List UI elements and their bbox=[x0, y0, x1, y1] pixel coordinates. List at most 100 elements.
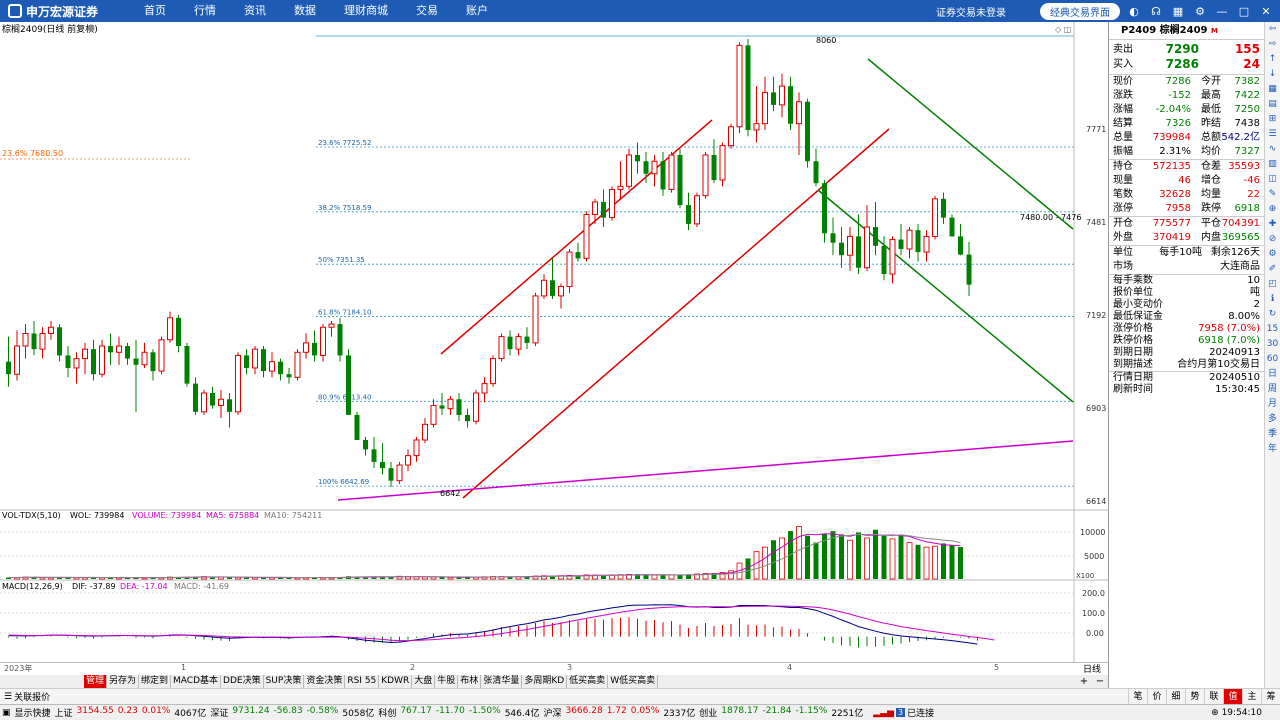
candlestick[interactable] bbox=[141, 342, 148, 368]
candlestick[interactable] bbox=[515, 333, 522, 356]
indicator-tab[interactable]: 另存为 bbox=[107, 675, 140, 688]
candlestick[interactable] bbox=[736, 42, 743, 134]
chart-title[interactable]: 棕榈2409(日线 前复权) bbox=[2, 23, 98, 35]
candlestick[interactable] bbox=[668, 151, 675, 193]
sell-row[interactable]: 卖出 7290 155 bbox=[1109, 42, 1264, 57]
candlestick[interactable] bbox=[201, 389, 207, 415]
bottom-panel-tab[interactable]: 值 bbox=[1223, 689, 1242, 705]
candlestick[interactable] bbox=[312, 330, 317, 362]
candlestick[interactable] bbox=[439, 393, 445, 415]
candlestick[interactable] bbox=[371, 436, 377, 469]
candlestick[interactable] bbox=[762, 76, 768, 130]
candlestick[interactable] bbox=[252, 346, 258, 375]
index-item[interactable]: 沪深 3666.28 1.72 0.05% 2337亿 bbox=[543, 706, 695, 719]
candlestick[interactable] bbox=[906, 227, 913, 259]
candlestick[interactable] bbox=[601, 189, 606, 228]
candlestick[interactable] bbox=[422, 418, 428, 444]
candlestick[interactable] bbox=[822, 180, 827, 243]
kline-chart[interactable]: 23.6% 7725.52 38.2% 7518.59 50% 7351.35 61.… bbox=[0, 22, 1108, 662]
candlestick[interactable] bbox=[184, 342, 190, 387]
candlestick[interactable] bbox=[363, 436, 368, 456]
candlestick[interactable] bbox=[711, 139, 717, 184]
candlestick[interactable] bbox=[22, 324, 29, 359]
candlestick[interactable] bbox=[388, 461, 394, 487]
candlestick[interactable] bbox=[210, 386, 215, 409]
toolbar-tool-icon[interactable]: 15 bbox=[1266, 322, 1280, 337]
candlestick[interactable] bbox=[481, 377, 488, 403]
indicator-tab[interactable]: DDE决策 bbox=[221, 675, 264, 688]
candlestick[interactable] bbox=[745, 39, 751, 137]
toolbar-tool-icon[interactable]: 年 bbox=[1266, 442, 1280, 457]
indicator-tab[interactable]: 资金决策 bbox=[304, 675, 346, 688]
candlestick[interactable] bbox=[677, 148, 683, 209]
indicator-tab[interactable]: 牛股 bbox=[435, 675, 459, 688]
candlestick[interactable] bbox=[524, 327, 530, 350]
candlestick[interactable] bbox=[702, 151, 709, 199]
candlestick[interactable] bbox=[779, 73, 785, 118]
toolbar-tool-icon[interactable]: ✎ bbox=[1266, 187, 1280, 202]
candlestick[interactable] bbox=[753, 86, 760, 143]
toolbar-tool-icon[interactable]: ⊕ bbox=[1266, 202, 1280, 217]
down-channel-upper-line[interactable] bbox=[867, 58, 1074, 230]
candlestick[interactable] bbox=[498, 333, 505, 362]
show-quick-icon[interactable]: ▣ bbox=[2, 708, 11, 718]
candlestick[interactable] bbox=[635, 142, 640, 174]
candlestick[interactable] bbox=[898, 223, 904, 256]
headset-icon[interactable]: ☊ bbox=[1148, 3, 1164, 19]
toolbar-tool-icon[interactable]: ↑ bbox=[1266, 52, 1280, 67]
bottom-panel-tab[interactable]: 筹 bbox=[1261, 689, 1280, 705]
chart-area[interactable]: 23.6% 7725.52 38.2% 7518.59 50% 7351.35 61.… bbox=[0, 22, 1108, 662]
bottom-panel-tab[interactable]: 联 bbox=[1204, 689, 1223, 705]
candlestick[interactable] bbox=[915, 223, 921, 262]
candlestick[interactable] bbox=[609, 186, 615, 221]
candlestick[interactable] bbox=[456, 393, 462, 422]
candlestick[interactable] bbox=[830, 217, 836, 256]
toolbar-tool-icon[interactable]: ▦ bbox=[1266, 82, 1280, 97]
candlestick[interactable] bbox=[839, 227, 844, 268]
nav-market[interactable]: 行情 bbox=[180, 0, 230, 22]
bottom-panel-tab[interactable]: 笔 bbox=[1128, 689, 1147, 705]
candlestick[interactable] bbox=[99, 339, 105, 378]
candlestick[interactable] bbox=[14, 330, 20, 381]
candlestick[interactable] bbox=[57, 324, 62, 362]
indicator-tab[interactable]: SUP决策 bbox=[264, 675, 305, 688]
toolbar-tool-icon[interactable]: ↓ bbox=[1266, 67, 1280, 82]
candlestick[interactable] bbox=[73, 352, 80, 384]
candlestick[interactable] bbox=[686, 192, 691, 231]
candlestick[interactable] bbox=[541, 274, 547, 300]
toolbar-tool-icon[interactable]: ⊞ bbox=[1266, 112, 1280, 127]
candlestick[interactable] bbox=[354, 411, 360, 440]
toolbar-tool-icon[interactable]: ⇨ bbox=[1266, 37, 1280, 52]
candlestick[interactable] bbox=[728, 123, 734, 149]
toolbar-tool-icon[interactable]: ✚ bbox=[1266, 217, 1280, 232]
indicator-tab[interactable]: 张清华量 bbox=[481, 675, 523, 688]
candlestick[interactable] bbox=[125, 342, 130, 365]
candlestick[interactable] bbox=[796, 92, 802, 155]
candlestick[interactable] bbox=[958, 223, 963, 256]
toolbar-tool-icon[interactable]: ↻ bbox=[1266, 307, 1280, 322]
toolbar-tool-icon[interactable]: ▥ bbox=[1266, 157, 1280, 172]
related-quote-button[interactable]: ☰ 关联报价 bbox=[0, 690, 54, 704]
candlestick[interactable] bbox=[82, 342, 88, 375]
candlestick[interactable] bbox=[294, 349, 301, 381]
toolbar-tool-icon[interactable]: ◰ bbox=[1266, 277, 1280, 292]
toolbar-tool-icon[interactable]: 季 bbox=[1266, 427, 1280, 442]
candlestick[interactable] bbox=[583, 211, 590, 262]
index-item[interactable]: 深证 9731.24 -56.83 -0.58% 5058亿 bbox=[210, 706, 374, 719]
candlestick[interactable] bbox=[805, 98, 810, 168]
toolbar-tool-icon[interactable]: ∿ bbox=[1266, 142, 1280, 157]
indicator-tab[interactable]: 管理 bbox=[84, 675, 108, 688]
toolbar-tool-icon[interactable]: ⇦ bbox=[1266, 22, 1280, 37]
candlestick[interactable] bbox=[651, 155, 658, 187]
toolbar-tool-icon[interactable]: 日 bbox=[1266, 367, 1280, 382]
candlestick[interactable] bbox=[167, 311, 173, 343]
chart-title-dropdown-icon[interactable] bbox=[87, 24, 95, 32]
candlestick[interactable] bbox=[269, 352, 275, 378]
lock-icon[interactable]: ⊕ bbox=[1211, 708, 1221, 718]
candlestick[interactable] bbox=[490, 355, 496, 387]
candlestick[interactable] bbox=[864, 205, 870, 271]
nav-account[interactable]: 账户 bbox=[452, 0, 502, 22]
indicator-tab[interactable]: 布林 bbox=[458, 675, 482, 688]
index-item[interactable]: 科创 767.17 -11.70 -1.50% 546.4亿 bbox=[378, 706, 539, 719]
candlestick[interactable] bbox=[176, 314, 181, 353]
